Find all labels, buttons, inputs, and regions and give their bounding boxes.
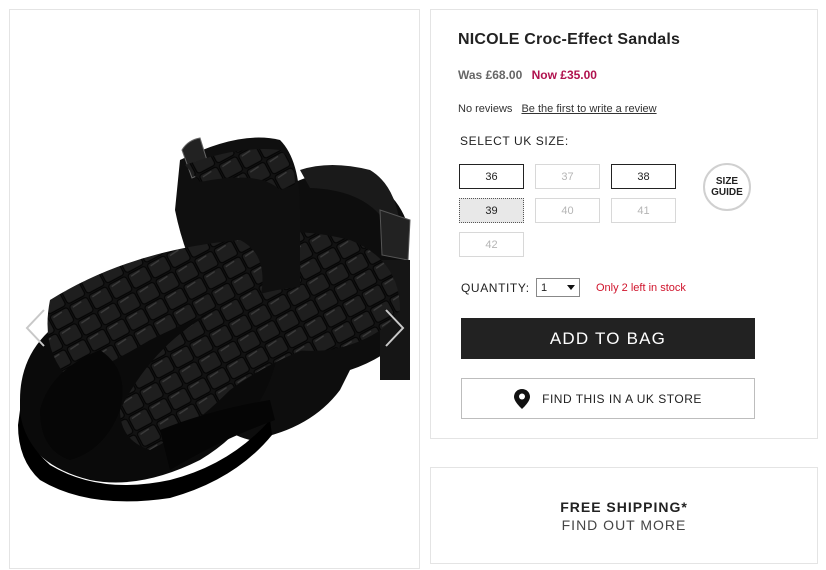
quantity-value: 1 — [541, 281, 548, 294]
size-option-40: 40 — [535, 198, 600, 223]
gallery-prev-button[interactable] — [22, 306, 48, 350]
price-now: Now £35.00 — [531, 68, 597, 82]
shipping-title: FREE SHIPPING* — [560, 498, 688, 515]
reviews-row: No reviews Be the first to write a revie… — [458, 103, 657, 115]
size-select-label: SELECT UK SIZE: — [460, 134, 569, 148]
chevron-left-icon — [25, 309, 45, 347]
caret-down-icon — [567, 285, 575, 290]
chevron-right-icon — [385, 309, 405, 347]
size-option-38[interactable]: 38 — [611, 164, 676, 189]
quantity-select[interactable]: 1 — [536, 278, 580, 297]
size-guide-button[interactable]: SIZE GUIDE — [703, 163, 751, 211]
find-in-store-label: FIND THIS IN A UK STORE — [542, 391, 702, 406]
size-option-39[interactable]: 39 — [459, 198, 524, 223]
price-was: Was £68.00 — [458, 68, 523, 82]
shipping-subtitle: FIND OUT MORE — [561, 516, 687, 533]
write-review-link[interactable]: Be the first to write a review — [521, 103, 656, 115]
map-pin-icon — [514, 388, 531, 409]
product-image — [18, 137, 411, 502]
size-option-37: 37 — [535, 164, 600, 189]
stock-warning: Only 2 left in stock — [596, 282, 686, 294]
gallery-next-button[interactable] — [382, 306, 408, 350]
review-count: No reviews — [458, 103, 513, 115]
find-in-store-button[interactable]: FIND THIS IN A UK STORE — [461, 378, 755, 419]
product-title: NICOLE Croc-Effect Sandals — [458, 31, 681, 48]
product-info-panel: NICOLE Croc-Effect Sandals Was £68.00 No… — [430, 9, 818, 439]
price-row: Was £68.00 Now £35.00 — [458, 68, 597, 82]
size-option-42: 42 — [459, 232, 524, 257]
size-option-41: 41 — [611, 198, 676, 223]
size-guide-line1: SIZE — [715, 176, 739, 187]
size-option-36[interactable]: 36 — [459, 164, 524, 189]
size-guide-line2: GUIDE — [711, 187, 743, 198]
quantity-label: QUANTITY: — [461, 281, 530, 295]
product-image-panel — [9, 9, 420, 569]
free-shipping-banner[interactable]: FREE SHIPPING* FIND OUT MORE — [430, 467, 818, 564]
add-to-bag-button[interactable]: ADD TO BAG — [461, 318, 755, 359]
